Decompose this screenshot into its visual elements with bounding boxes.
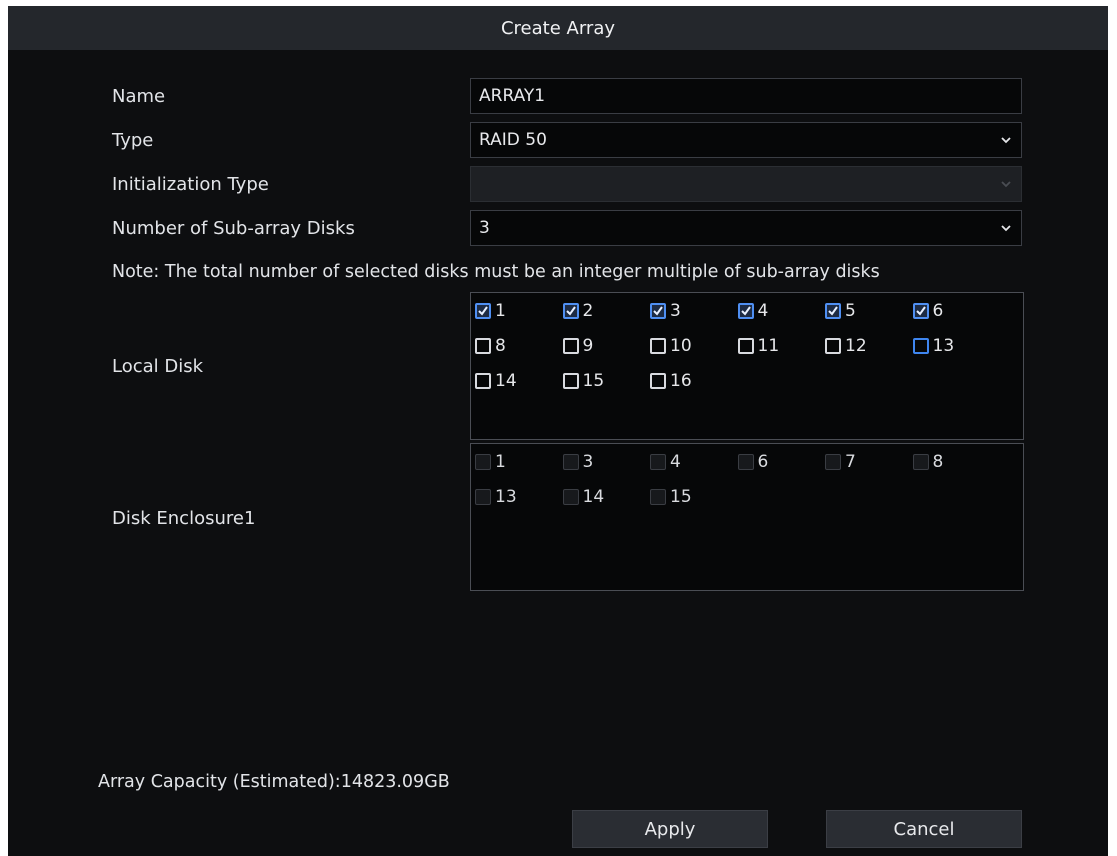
local-disk-checkbox[interactable]: 2 <box>562 301 594 321</box>
checkbox-icon <box>650 489 666 505</box>
disk-number: 1 <box>495 452 506 472</box>
type-select-value: RAID 50 <box>479 130 547 150</box>
local-disk-checkbox[interactable]: 10 <box>650 336 692 356</box>
chevron-down-icon <box>1001 181 1011 188</box>
checkbox-icon <box>475 373 491 389</box>
enclosure-disk-checkbox: 6 <box>737 452 769 472</box>
chevron-down-icon <box>1001 137 1011 144</box>
checkbox-checked-icon <box>825 303 841 319</box>
local-disk-checkbox[interactable]: 12 <box>825 336 867 356</box>
apply-button[interactable]: Apply <box>572 810 768 848</box>
disk-number: 15 <box>582 371 605 391</box>
type-select[interactable]: RAID 50 <box>470 122 1022 158</box>
type-label: Type <box>112 130 154 151</box>
checkbox-checked-icon <box>737 303 754 319</box>
local-disk-checkbox[interactable]: 16 <box>650 371 692 391</box>
local-disk-checkbox[interactable]: 6 <box>912 301 944 321</box>
checkbox-checked-icon <box>650 303 666 319</box>
disk-number: 10 <box>670 336 692 356</box>
checkbox-icon <box>475 338 491 354</box>
note-text: Note: The total number of selected disks… <box>112 262 880 282</box>
disk-number: 16 <box>670 371 692 391</box>
name-input-value: ARRAY1 <box>479 86 546 106</box>
disk-number: 13 <box>495 487 517 507</box>
local-disk-checkbox[interactable]: 15 <box>562 371 605 391</box>
disk-number: 2 <box>582 301 594 321</box>
enclosure-disk-checkbox: 15 <box>650 487 692 507</box>
disk-number: 4 <box>670 452 681 472</box>
name-label: Name <box>112 86 166 107</box>
disk-number: 6 <box>757 452 769 472</box>
disk-number: 9 <box>582 336 594 356</box>
create-array-dialog: Create Array Name ARRAY1 Type RAID 50 In… <box>8 6 1108 856</box>
checkbox-icon <box>475 454 491 470</box>
local-disk-checkbox[interactable]: 1 <box>475 301 506 321</box>
enclosure-disk-checkbox: 4 <box>650 452 681 472</box>
checkbox-icon <box>562 373 579 389</box>
disk-number: 15 <box>670 487 692 507</box>
subarray-label: Number of Sub-array Disks <box>112 218 355 239</box>
local-disk-checkbox[interactable]: 13 <box>912 336 955 356</box>
checkbox-checked-icon <box>475 303 491 319</box>
checkbox-icon <box>650 373 666 389</box>
enclosure-disk-checkbox: 8 <box>912 452 944 472</box>
enclosure-disk-checkbox: 3 <box>562 452 594 472</box>
checkbox-icon <box>825 454 841 470</box>
local-disk-checkbox[interactable]: 14 <box>475 371 517 391</box>
cancel-button[interactable]: Cancel <box>826 810 1022 848</box>
init-type-select <box>470 166 1022 202</box>
disk-number: 8 <box>495 336 506 356</box>
checkbox-icon <box>912 338 929 354</box>
disk-number: 5 <box>845 301 856 321</box>
checkbox-icon <box>825 338 841 354</box>
disk-number: 3 <box>670 301 681 321</box>
enclosure-label: Disk Enclosure1 <box>112 508 256 529</box>
checkbox-icon <box>650 338 666 354</box>
checkbox-checked-icon <box>912 303 929 319</box>
checkbox-checked-icon <box>562 303 579 319</box>
subarray-select[interactable]: 3 <box>470 210 1022 246</box>
checkbox-icon <box>737 338 754 354</box>
subarray-select-value: 3 <box>479 218 490 238</box>
enclosure-disk-checkbox: 13 <box>475 487 517 507</box>
disk-number: 8 <box>932 452 944 472</box>
enclosure-disk-checkbox: 7 <box>825 452 856 472</box>
local-disk-checkbox[interactable]: 3 <box>650 301 681 321</box>
disk-number: 12 <box>845 336 867 356</box>
checkbox-icon <box>650 454 666 470</box>
disk-number: 14 <box>495 371 517 391</box>
name-input[interactable]: ARRAY1 <box>470 78 1022 114</box>
local-disk-checkbox[interactable]: 5 <box>825 301 856 321</box>
disk-number: 13 <box>932 336 955 356</box>
checkbox-icon <box>562 489 579 505</box>
disk-number: 4 <box>757 301 769 321</box>
disk-number: 14 <box>582 487 605 507</box>
checkbox-icon <box>562 338 579 354</box>
array-capacity: Array Capacity (Estimated):14823.09GB <box>98 772 450 792</box>
local-disk-list: 1 2 3 4 5 6 8 9 10 11 12 13 14 15 16 <box>470 292 1024 440</box>
dialog-title: Create Array <box>8 6 1108 50</box>
checkbox-icon <box>475 489 491 505</box>
local-disk-checkbox[interactable]: 8 <box>475 336 506 356</box>
disk-number: 7 <box>845 452 856 472</box>
checkbox-icon <box>912 454 929 470</box>
disk-number: 11 <box>757 336 780 356</box>
disk-number: 3 <box>582 452 594 472</box>
checkbox-icon <box>737 454 754 470</box>
local-disk-checkbox[interactable]: 4 <box>737 301 769 321</box>
init-type-label: Initialization Type <box>112 174 269 195</box>
chevron-down-icon <box>1001 225 1011 232</box>
local-disk-checkbox[interactable]: 11 <box>737 336 780 356</box>
enclosure-disk-list: 1 3 4 6 7 8 13 14 15 <box>470 443 1024 591</box>
local-disk-checkbox[interactable]: 9 <box>562 336 594 356</box>
disk-number: 1 <box>495 301 506 321</box>
checkbox-icon <box>562 454 579 470</box>
local-disk-label: Local Disk <box>112 356 204 377</box>
disk-number: 6 <box>932 301 944 321</box>
enclosure-disk-checkbox: 14 <box>562 487 605 507</box>
enclosure-disk-checkbox: 1 <box>475 452 506 472</box>
